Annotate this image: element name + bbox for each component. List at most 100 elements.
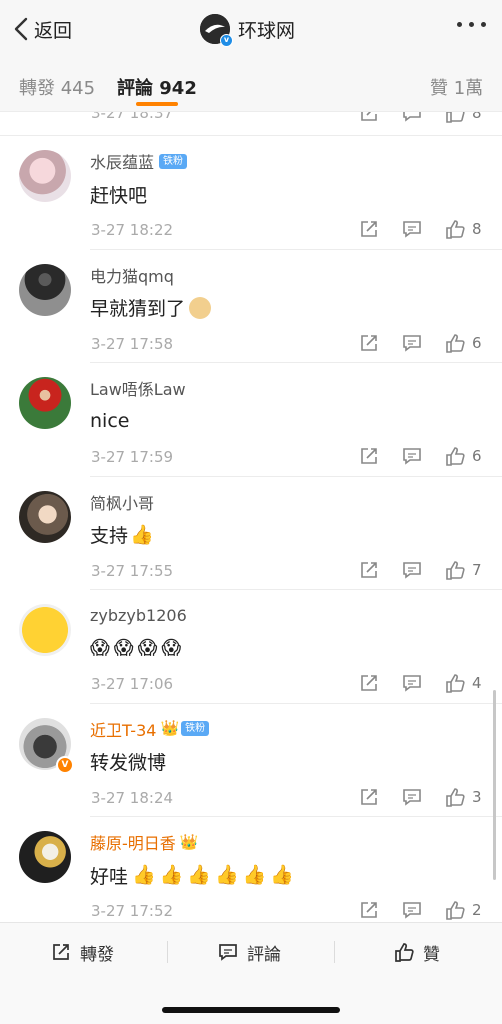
comment-time: 3-27 18:22 <box>91 221 174 239</box>
like-button[interactable]: 7 <box>444 559 482 581</box>
like-count: 6 <box>472 333 482 352</box>
list-item: 水辰蕴蓝 铁粉 赶快吧 3-27 18:22 8 <box>0 136 502 250</box>
chevron-left-icon <box>14 17 28 41</box>
like-count: 2 <box>472 901 482 919</box>
comment-time: 3-27 18:24 <box>91 788 174 807</box>
comment-time: 3-27 17:59 <box>91 448 174 466</box>
comment-icon[interactable] <box>401 786 423 808</box>
comment-icon[interactable] <box>401 112 423 124</box>
scream-emoji-group: 😱😱😱😱 <box>90 637 186 659</box>
repost-icon[interactable] <box>358 218 380 240</box>
thumbs-up-icon <box>446 560 465 580</box>
tab-comments[interactable]: 評論 942 <box>117 74 197 100</box>
comment-username[interactable]: Law唔係Law <box>90 376 186 400</box>
comment-time: 3-27 17:52 <box>91 902 174 920</box>
repost-icon[interactable] <box>358 559 380 581</box>
repost-icon[interactable] <box>358 445 380 467</box>
crown-icon: 👑 <box>160 719 180 737</box>
repost-icon[interactable] <box>358 786 380 808</box>
like-button[interactable]: 4 <box>444 672 482 694</box>
like-count: 6 <box>472 447 482 465</box>
repost-button[interactable]: 轉發 <box>50 939 114 965</box>
thumbs-up-icon <box>446 447 465 466</box>
comment-time: 3-27 18:37 <box>91 112 174 122</box>
comment-username[interactable]: 电力猫qmq <box>90 263 174 287</box>
like-button[interactable]: 贊 <box>393 939 440 965</box>
comment-time: 3-27 17:58 <box>91 334 174 353</box>
doge-emoji-icon <box>189 296 212 319</box>
comment-time: 3-27 17:55 <box>91 561 174 580</box>
repost-icon[interactable] <box>358 332 380 354</box>
thumbs-up-icon <box>446 787 465 807</box>
list-item: 电力猫qmq 早就猜到了 3-27 17:58 6 <box>0 250 502 363</box>
comment-label: 評論 <box>247 944 281 965</box>
thumbs-up-icon <box>395 943 414 962</box>
comment-text: 转发微博 <box>90 752 167 774</box>
thumbs-up-icon <box>446 112 465 123</box>
comment-icon[interactable] <box>401 445 423 467</box>
like-button[interactable]: 6 <box>444 332 482 354</box>
crown-icon: 👑 <box>179 832 199 851</box>
comment-username[interactable]: 藤原-明日香 <box>90 830 176 854</box>
account-logo: v <box>200 14 233 47</box>
repost-icon[interactable] <box>358 112 380 124</box>
avatar[interactable] <box>19 150 71 202</box>
list-item: V 近卫T-34 👑 铁粉 转发微博 3-27 18:24 3 <box>0 704 502 817</box>
like-count: 8 <box>472 220 482 238</box>
divider <box>167 941 168 963</box>
repost-icon <box>53 944 69 960</box>
comment-icon[interactable] <box>401 899 423 921</box>
back-button[interactable]: 返回 <box>12 14 72 44</box>
comment-icon[interactable] <box>401 672 423 694</box>
comment-icon[interactable] <box>401 332 423 354</box>
avatar[interactable] <box>19 604 71 656</box>
like-button[interactable]: 8 <box>444 218 482 240</box>
like-button[interactable]: 6 <box>444 445 482 467</box>
list-item: 藤原-明日香 👑 好哇 👍👍👍👍👍👍 3-27 17:52 2 <box>0 817 502 922</box>
divider <box>334 941 335 963</box>
thumbs-up-icon <box>446 220 465 239</box>
thumbs-up-emoji-group: 👍👍👍👍👍👍 <box>132 864 298 886</box>
scrollbar[interactable] <box>493 690 496 880</box>
bottom-action-bar: 轉發 評論 贊 <box>0 922 502 1024</box>
tab-reposts[interactable]: 轉發 445 <box>19 74 95 100</box>
page-title: 环球网 <box>238 19 296 42</box>
comment-username[interactable]: zybzyb1206 <box>90 606 187 625</box>
thumbs-up-icon <box>446 333 465 353</box>
comment-button[interactable]: 評論 <box>217 939 281 965</box>
tab-likes[interactable]: 贊 1萬 <box>430 74 483 100</box>
list-item-partial: 3-27 18:37 8 <box>0 112 502 136</box>
repost-icon[interactable] <box>358 899 380 921</box>
avatar[interactable] <box>19 263 71 316</box>
vip-verified-icon: V <box>56 755 74 774</box>
like-label: 贊 <box>423 944 440 965</box>
more-dots-icon[interactable] <box>457 22 486 27</box>
avatar[interactable] <box>19 490 71 543</box>
like-button[interactable]: 8 <box>444 112 482 124</box>
active-tab-indicator <box>136 102 178 106</box>
comment-icon[interactable] <box>401 218 423 240</box>
like-button[interactable]: 3 <box>444 786 482 808</box>
comment-username[interactable]: 简枫小哥 <box>90 490 154 514</box>
repost-icon[interactable] <box>358 672 380 694</box>
comment-icon[interactable] <box>401 559 423 581</box>
comment-username[interactable]: 近卫T-34 <box>90 717 156 741</box>
home-indicator[interactable] <box>162 1007 340 1013</box>
comment-username[interactable]: 水辰蕴蓝 <box>90 149 154 173</box>
comment-text: 早就猜到了 <box>90 298 186 320</box>
back-label: 返回 <box>34 19 73 42</box>
avatar[interactable] <box>19 831 71 883</box>
fan-badge: 铁粉 <box>159 153 188 169</box>
top-nav-bar: 返回 v 环球网 <box>0 0 502 58</box>
list-item: 简枫小哥 支持 👍 3-27 17:55 7 <box>0 477 502 590</box>
tab-bar: 轉發 445 評論 942 贊 1萬 <box>0 58 502 112</box>
like-button[interactable]: 2 <box>444 899 482 921</box>
verified-icon: v <box>220 34 233 47</box>
comment-list[interactable]: 3-27 18:37 8 水辰蕴蓝 铁粉 赶快吧 3-27 18:22 8 电力… <box>0 112 502 922</box>
thumbs-up-icon <box>446 674 465 693</box>
account-header[interactable]: v 环球网 <box>200 12 296 47</box>
comment-text: nice <box>90 410 130 432</box>
list-item: zybzyb1206 😱😱😱😱 3-27 17:06 4 <box>0 590 502 704</box>
like-count: 4 <box>472 674 482 692</box>
avatar[interactable] <box>19 377 71 429</box>
